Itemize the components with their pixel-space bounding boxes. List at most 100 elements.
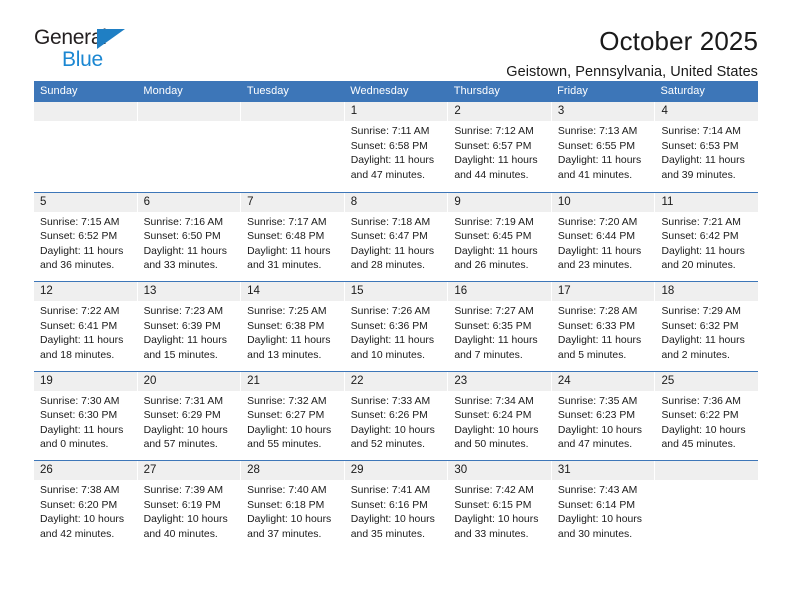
sunrise-text: Sunrise: 7:41 AM [350, 485, 431, 496]
day-number: 9 [448, 192, 551, 212]
sunset-text: Sunset: 6:44 PM [557, 231, 636, 243]
calendar-day-cell[interactable]: 23 Sunrise: 7:34 AM Sunset: 6:24 PM Dayligh… [448, 371, 552, 460]
daylight-text-line2: and 33 minutes. [143, 260, 218, 272]
calendar-day-cell[interactable]: 12 Sunrise: 7:22 AM Sunset: 6:41 PM Dayligh… [34, 282, 138, 371]
calendar-day-cell[interactable]: 28 Sunrise: 7:40 AM Sunset: 6:18 PM Dayligh… [241, 461, 345, 550]
day-details: Sunrise: 7:40 AM Sunset: 6:18 PM Daylight:… [241, 480, 344, 542]
day-number: 24 [551, 371, 655, 391]
calendar-day-cell-empty [34, 102, 138, 192]
sunset-text: Sunset: 6:58 PM [350, 140, 428, 152]
weekday-header-thursday: Thursday [453, 85, 500, 97]
day-number: 21 [241, 371, 344, 391]
calendar-day-cell[interactable]: 29 Sunrise: 7:41 AM Sunset: 6:16 PM Dayligh… [344, 461, 449, 550]
calendar-day-cell[interactable]: 18 Sunrise: 7:29 AM Sunset: 6:32 PM Dayligh… [655, 282, 759, 371]
daylight-text-line2: and 18 minutes. [40, 349, 115, 361]
daylight-text-line1: Daylight: 11 hours [350, 155, 435, 167]
daylight-text-line2: and 28 minutes. [350, 260, 425, 272]
day-details: Sunrise: 7:42 AM Sunset: 6:15 PM Daylight:… [448, 480, 551, 542]
sunrise-text: Sunrise: 7:25 AM [247, 306, 327, 317]
calendar-day-cell[interactable]: 24 Sunrise: 7:35 AM Sunset: 6:23 PM Dayligh… [551, 371, 656, 460]
calendar-week-row: 1 Sunrise: 7:11 AM Sunset: 6:58 PM Daylight… [34, 102, 759, 192]
page-title: October 2025 [599, 26, 758, 56]
weekday-header-wednesday: Wednesday [350, 85, 409, 97]
day-details: Sunrise: 7:36 AM Sunset: 6:22 PM Daylight:… [655, 391, 758, 453]
sunset-text: Sunset: 6:41 PM [40, 320, 118, 332]
day-number: 26 [34, 461, 137, 480]
calendar-grid: Sunday Monday Tuesday Wednesday Thursday… [34, 81, 759, 550]
calendar-day-cell[interactable]: 27 Sunrise: 7:39 AM Sunset: 6:19 PM Dayligh… [137, 461, 242, 550]
daylight-text-line1: Daylight: 11 hours [247, 245, 331, 257]
calendar-day-cell[interactable]: 16 Sunrise: 7:27 AM Sunset: 6:35 PM Dayligh… [448, 282, 552, 371]
calendar-day-cell[interactable]: 17 Sunrise: 7:28 AM Sunset: 6:33 PM Dayligh… [551, 282, 656, 371]
calendar-day-cell[interactable]: 11 Sunrise: 7:21 AM Sunset: 6:42 PM Dayligh… [655, 192, 759, 282]
sunset-text: Sunset: 6:35 PM [454, 320, 532, 332]
calendar-day-cell[interactable]: 8 Sunrise: 7:18 AM Sunset: 6:47 PM Daylight… [344, 192, 449, 281]
day-details: Sunrise: 7:15 AM Sunset: 6:52 PM Daylight:… [34, 212, 137, 274]
calendar-day-cell[interactable]: 5 Sunrise: 7:15 AM Sunset: 6:52 PM Daylight… [34, 192, 138, 281]
sunrise-text: Sunrise: 7:29 AM [661, 306, 741, 317]
sunset-text: Sunset: 6:33 PM [557, 320, 636, 332]
weekday-header-row: Sunday Monday Tuesday Wednesday Thursday… [34, 81, 758, 102]
sunrise-text: Sunrise: 7:21 AM [661, 216, 741, 228]
weekday-header-monday: Monday [143, 85, 183, 97]
sunset-text: Sunset: 6:57 PM [454, 140, 532, 152]
sunrise-text: Sunrise: 7:12 AM [454, 126, 534, 137]
calendar-day-cell[interactable]: 14 Sunrise: 7:25 AM Sunset: 6:38 PM Dayligh… [241, 282, 345, 371]
daylight-text-line2: and 36 minutes. [40, 260, 115, 272]
day-details: Sunrise: 7:38 AM Sunset: 6:20 PM Daylight:… [34, 480, 137, 542]
calendar-day-cell[interactable]: 9 Sunrise: 7:19 AM Sunset: 6:45 PM Daylight… [448, 192, 552, 281]
calendar-day-cell[interactable]: 22 Sunrise: 7:33 AM Sunset: 6:26 PM Dayligh… [344, 371, 449, 460]
calendar-day-cell[interactable]: 19 Sunrise: 7:30 AM Sunset: 6:30 PM Dayligh… [34, 371, 138, 460]
calendar-week-row: 26 Sunrise: 7:38 AM Sunset: 6:20 PM Dayligh… [34, 460, 759, 550]
calendar-day-cell[interactable]: 30 Sunrise: 7:42 AM Sunset: 6:15 PM Dayligh… [448, 461, 552, 550]
day-details: Sunrise: 7:12 AM Sunset: 6:57 PM Daylight:… [448, 121, 551, 183]
calendar-day-cell[interactable]: 1 Sunrise: 7:11 AM Sunset: 6:58 PM Daylight… [344, 102, 449, 192]
daylight-text-line2: and 13 minutes. [247, 349, 322, 361]
daylight-text-line1: Daylight: 11 hours [557, 335, 642, 347]
weekday-header-tuesday: Tuesday [246, 85, 289, 97]
calendar-day-cell[interactable]: 7 Sunrise: 7:17 AM Sunset: 6:48 PM Daylight… [241, 192, 345, 281]
day-details: Sunrise: 7:35 AM Sunset: 6:23 PM Daylight:… [552, 391, 655, 453]
sunrise-text: Sunrise: 7:32 AM [247, 395, 327, 407]
sunrise-text: Sunrise: 7:31 AM [143, 395, 224, 407]
generalblue-logo[interactable]: General Blue [34, 26, 142, 72]
sunset-text: Sunset: 6:26 PM [350, 410, 428, 422]
calendar-day-cell[interactable]: 15 Sunrise: 7:26 AM Sunset: 6:36 PM Dayligh… [344, 282, 449, 371]
calendar-day-cell[interactable]: 13 Sunrise: 7:23 AM Sunset: 6:39 PM Dayligh… [137, 282, 242, 371]
calendar-day-cell[interactable]: 31 Sunrise: 7:43 AM Sunset: 6:14 PM Dayligh… [551, 461, 656, 550]
sunset-text: Sunset: 6:15 PM [454, 499, 532, 511]
calendar-day-cell[interactable]: 21 Sunrise: 7:32 AM Sunset: 6:27 PM Dayligh… [241, 371, 345, 460]
sunset-text: Sunset: 6:27 PM [247, 410, 325, 422]
calendar-day-cell[interactable]: 10 Sunrise: 7:20 AM Sunset: 6:44 PM Dayligh… [551, 192, 656, 281]
calendar-day-cell[interactable]: 3 Sunrise: 7:13 AM Sunset: 6:55 PM Daylight… [551, 102, 656, 192]
day-number: 20 [137, 371, 241, 391]
calendar-day-cell[interactable]: 6 Sunrise: 7:16 AM Sunset: 6:50 PM Daylight… [137, 192, 242, 281]
sunset-text: Sunset: 6:50 PM [143, 231, 221, 243]
day-number [137, 102, 241, 121]
daylight-text-line1: Daylight: 11 hours [454, 155, 538, 167]
daylight-text-line1: Daylight: 11 hours [350, 245, 435, 257]
day-number: 8 [344, 192, 448, 212]
sunset-text: Sunset: 6:42 PM [661, 231, 739, 243]
daylight-text-line2: and 7 minutes. [454, 349, 523, 361]
day-details: Sunrise: 7:30 AM Sunset: 6:30 PM Daylight:… [34, 391, 137, 453]
sunrise-text: Sunrise: 7:11 AM [350, 126, 430, 137]
sunrise-text: Sunrise: 7:36 AM [661, 395, 741, 407]
calendar-day-cell-empty [137, 102, 242, 192]
calendar-day-cell[interactable]: 2 Sunrise: 7:12 AM Sunset: 6:57 PM Daylight… [448, 102, 552, 192]
calendar-week-row: 12 Sunrise: 7:22 AM Sunset: 6:41 PM Dayligh… [34, 281, 759, 371]
sunset-text: Sunset: 6:39 PM [143, 320, 221, 332]
calendar-day-cell[interactable]: 25 Sunrise: 7:36 AM Sunset: 6:22 PM Dayligh… [655, 371, 759, 461]
logo-text-general: General [34, 26, 107, 49]
calendar-day-cell[interactable]: 26 Sunrise: 7:38 AM Sunset: 6:20 PM Dayligh… [34, 461, 138, 550]
daylight-text-line2: and 23 minutes. [557, 260, 633, 272]
sunrise-text: Sunrise: 7:30 AM [40, 395, 120, 407]
day-details: Sunrise: 7:23 AM Sunset: 6:39 PM Daylight:… [138, 301, 241, 363]
day-details: Sunrise: 7:18 AM Sunset: 6:47 PM Daylight:… [345, 212, 448, 274]
sunrise-text: Sunrise: 7:39 AM [143, 485, 224, 496]
calendar-weeks: 1 Sunrise: 7:11 AM Sunset: 6:58 PM Daylight… [34, 102, 759, 550]
daylight-text-line1: Daylight: 10 hours [557, 424, 642, 436]
sunset-text: Sunset: 6:19 PM [143, 499, 221, 511]
calendar-day-cell[interactable]: 4 Sunrise: 7:14 AM Sunset: 6:53 PM Daylight… [655, 102, 759, 192]
calendar-day-cell[interactable]: 20 Sunrise: 7:31 AM Sunset: 6:29 PM Dayligh… [137, 371, 242, 460]
